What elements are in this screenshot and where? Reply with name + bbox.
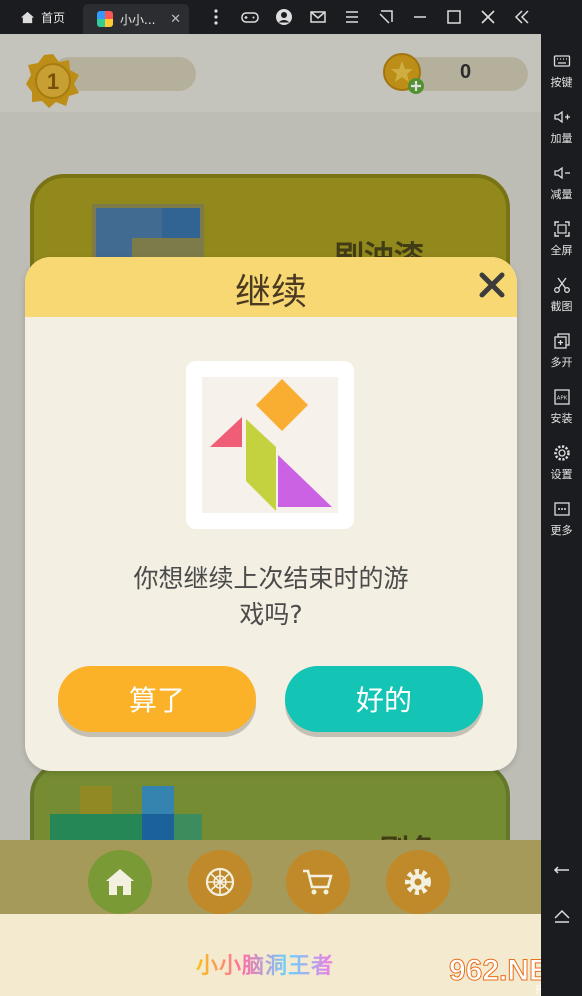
home-icon xyxy=(106,869,134,895)
apk-icon: APK xyxy=(553,389,570,405)
restore-icon[interactable] xyxy=(369,0,403,34)
web-icon xyxy=(205,867,235,897)
ok-button[interactable]: 好的 xyxy=(285,666,483,732)
settings-icon xyxy=(405,869,431,895)
svg-text:乐游网: 乐游网 xyxy=(535,984,541,996)
keyboard-icon xyxy=(553,55,570,67)
nav-home-button[interactable] xyxy=(88,850,152,914)
minimize-icon[interactable] xyxy=(403,0,437,34)
sidebar-item-label: 截图 xyxy=(550,300,573,313)
svg-text:APK: APK xyxy=(556,396,567,402)
sidebar-back-button[interactable] xyxy=(541,846,582,896)
multi-instance-icon xyxy=(553,333,570,349)
collapse-icon[interactable] xyxy=(505,0,539,34)
bottom-nav xyxy=(0,840,541,914)
sidebar-item-screenshot[interactable]: 截图 xyxy=(541,270,582,320)
back-icon xyxy=(553,866,569,874)
continue-dialog: 继续 你想继续上次结束时的游 戏吗? 算了 好的 xyxy=(25,257,517,771)
tab-home[interactable]: 首页 xyxy=(0,0,83,34)
volume-down-icon xyxy=(553,166,570,180)
sidebar-item-volume-up[interactable]: 加量 xyxy=(541,102,582,152)
android-home-icon xyxy=(553,909,570,923)
nav-web-button[interactable] xyxy=(188,850,252,914)
sidebar-item-volume-down[interactable]: 减量 xyxy=(541,158,582,208)
dialog-message: 你想继续上次结束时的游 戏吗? xyxy=(85,561,457,633)
sidebar-item-label: 减量 xyxy=(550,188,573,201)
tab-game[interactable]: 小小... ✕ xyxy=(83,4,190,34)
nav-settings-button[interactable] xyxy=(386,850,450,914)
game-tab-icon xyxy=(97,11,114,27)
sidebar-item-label: 加量 xyxy=(550,132,573,145)
sidebar-item-label: 设置 xyxy=(550,468,573,481)
svg-text:962.NET: 962.NET xyxy=(449,954,541,987)
cancel-button[interactable]: 算了 xyxy=(58,666,256,732)
tab-game-label: 小小... xyxy=(120,12,156,27)
tangram-preview-icon xyxy=(202,377,338,513)
sidebar-item-label: 全屏 xyxy=(550,244,573,257)
puzzle-thumbnail xyxy=(186,361,354,529)
scissors-icon xyxy=(553,277,570,293)
dialog-message-line2: 戏吗? xyxy=(239,600,303,629)
maximize-icon[interactable] xyxy=(437,0,471,34)
sidebar-item-fullscreen[interactable]: 全屏 xyxy=(541,214,582,264)
sidebar-item-label: 更多 xyxy=(550,524,573,537)
dialog-message-line1: 你想继续上次结束时的游 xyxy=(133,564,409,593)
close-icon[interactable] xyxy=(471,0,505,34)
cart-icon xyxy=(303,869,333,895)
sidebar-item-label: 按键 xyxy=(550,76,573,89)
sidebar-item-more[interactable]: 更多 xyxy=(541,494,582,544)
gamepad-icon[interactable] xyxy=(233,0,267,34)
sidebar-item-label: 多开 xyxy=(550,356,573,369)
fullscreen-icon xyxy=(553,221,570,237)
sidebar-item-multi[interactable]: 多开 xyxy=(541,326,582,376)
home-tab-icon xyxy=(20,11,35,23)
tab-home-label: 首页 xyxy=(41,10,66,25)
sidebar-item-install[interactable]: APK 安装 xyxy=(541,382,582,432)
sidebar-item-keys[interactable]: 按键 xyxy=(541,46,582,96)
game-viewport: 1 0 刷油漆 刷色 xyxy=(0,34,541,996)
volume-up-icon xyxy=(553,110,570,124)
sidebar-item-settings[interactable]: 设置 xyxy=(541,438,582,488)
emulator-window: 首页 小小... ✕ 按键 加量 减量 全屏 截图 多开 APK 安装 设置 更… xyxy=(0,0,582,996)
hamburger-icon[interactable] xyxy=(335,0,369,34)
more-icon xyxy=(553,502,570,516)
nav-shop-button[interactable] xyxy=(286,850,350,914)
mail-icon[interactable] xyxy=(301,0,335,34)
title-bar: 首页 小小... ✕ xyxy=(0,0,582,34)
account-icon[interactable] xyxy=(267,0,301,34)
gear-icon xyxy=(553,445,570,461)
dialog-close-icon[interactable] xyxy=(473,266,511,304)
watermark-logo: 962.NET 乐游网 xyxy=(449,954,542,996)
sidebar-item-label: 安装 xyxy=(550,412,573,425)
close-tab-icon[interactable]: ✕ xyxy=(170,12,181,27)
banner-title: 小小脑洞王者 xyxy=(196,948,334,980)
menu-dots-icon[interactable] xyxy=(199,0,233,34)
dialog-title: 继续 xyxy=(234,272,307,313)
emulator-sidebar: 按键 加量 减量 全屏 截图 多开 APK 安装 设置 更多 xyxy=(541,34,582,996)
sidebar-home-button[interactable] xyxy=(541,892,582,942)
